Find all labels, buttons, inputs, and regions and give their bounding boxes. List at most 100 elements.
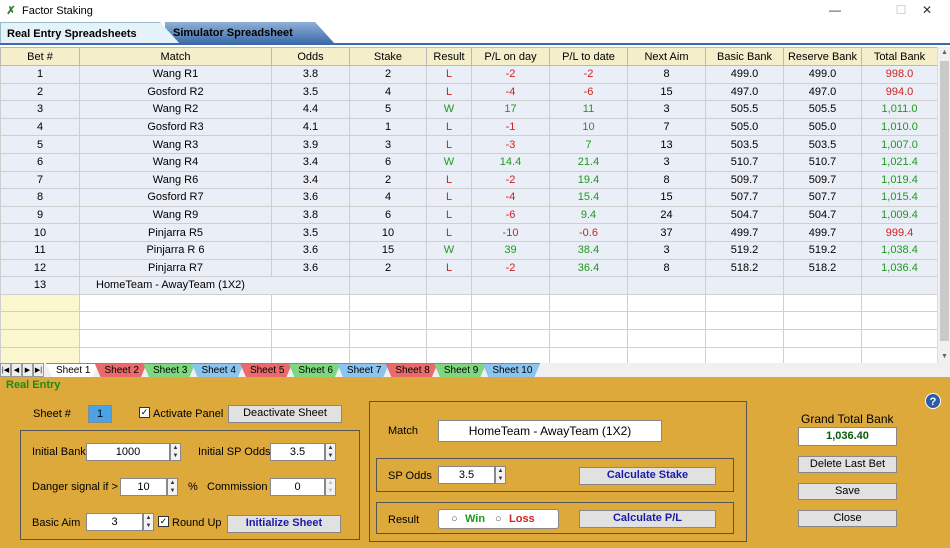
table-cell[interactable]: Pinjarra R7 — [79, 258, 272, 278]
table-cell[interactable]: 15.4 — [549, 188, 628, 207]
table-cell[interactable]: Gosford R7 — [79, 188, 272, 207]
table-cell[interactable] — [0, 311, 80, 330]
table-cell[interactable] — [426, 276, 472, 295]
table-cell[interactable] — [705, 293, 784, 313]
table-cell[interactable]: 8 — [627, 170, 706, 190]
table-cell[interactable]: -2 — [549, 65, 628, 84]
table-cell[interactable] — [426, 311, 472, 330]
table-cell[interactable]: W — [426, 240, 472, 260]
table-cell[interactable]: 8 — [627, 258, 706, 278]
table-cell[interactable]: L — [426, 258, 472, 278]
table-cell[interactable]: 39 — [471, 240, 550, 260]
table-cell[interactable]: 1 — [349, 117, 427, 137]
table-cell[interactable]: 518.2 — [705, 258, 784, 278]
table-cell[interactable]: 1,007.0 — [861, 135, 937, 154]
table-cell[interactable]: 7 — [627, 117, 706, 137]
table-cell[interactable]: 503.5 — [783, 135, 862, 154]
table-cell[interactable]: 15 — [349, 240, 427, 260]
win-radio-icon[interactable]: ○ — [451, 510, 458, 528]
table-cell[interactable]: 12 — [0, 258, 80, 278]
initialize-sheet-button[interactable]: Initialize Sheet — [227, 515, 341, 533]
table-cell[interactable] — [627, 311, 706, 330]
deactivate-sheet-button[interactable]: Deactivate Sheet — [228, 405, 342, 423]
table-cell[interactable]: 1,015.4 — [861, 188, 937, 207]
table-cell[interactable]: 518.2 — [783, 258, 862, 278]
table-cell[interactable] — [627, 346, 706, 363]
table-cell[interactable]: 1,011.0 — [861, 100, 937, 119]
table-cell[interactable]: 1,036.4 — [861, 258, 937, 278]
table-row[interactable]: 1 Wang R1 3.8 2 L -2 -2 8 499.0 499.0 998.0 — [0, 65, 937, 84]
table-cell[interactable] — [705, 276, 784, 295]
table-cell[interactable]: 1 — [0, 65, 80, 84]
table-row[interactable]: 6 Wang R4 3.4 6 W 14.4 21.4 3 510.7 510.7 1,021.4 — [0, 152, 937, 172]
table-cell[interactable]: Gosford R2 — [79, 82, 272, 102]
table-cell[interactable] — [471, 328, 550, 348]
table-cell[interactable]: 3.5 — [271, 223, 350, 242]
table-cell[interactable]: 505.5 — [705, 100, 784, 119]
table-cell[interactable]: 11 — [0, 240, 80, 260]
sheet-tab[interactable]: Sheet 9 — [434, 363, 486, 377]
table-cell[interactable] — [705, 346, 784, 363]
table-row[interactable] — [0, 346, 937, 363]
table-cell[interactable]: -10 — [471, 223, 550, 242]
table-cell[interactable]: 3.8 — [271, 65, 350, 84]
sheet-tab[interactable]: Sheet 2 — [94, 363, 146, 377]
table-cell[interactable]: -6 — [471, 205, 550, 225]
sheet-tab[interactable]: Sheet 8 — [385, 363, 437, 377]
table-cell[interactable] — [471, 346, 550, 363]
table-cell[interactable]: Gosford R3 — [79, 117, 272, 137]
minimize-button[interactable]: — — [812, 0, 858, 22]
table-row[interactable]: 9 Wang R9 3.8 6 L -6 9.4 24 504.7 504.7 1,009.4 — [0, 205, 937, 225]
table-cell[interactable]: 998.0 — [861, 65, 937, 84]
table-cell[interactable]: 6 — [0, 152, 80, 172]
table-cell[interactable]: 497.0 — [705, 82, 784, 102]
help-icon[interactable]: ? — [925, 393, 941, 409]
table-cell[interactable] — [0, 346, 80, 363]
table-cell[interactable]: -0.6 — [549, 223, 628, 242]
sheet-tab[interactable]: Sheet 6 — [288, 363, 340, 377]
table-cell[interactable] — [79, 346, 272, 363]
table-cell[interactable]: -1 — [471, 117, 550, 137]
table-cell[interactable] — [861, 346, 937, 363]
initial-sp-odds-field[interactable]: 3.5 — [270, 443, 325, 461]
table-cell[interactable]: 36.4 — [549, 258, 628, 278]
table-cell[interactable] — [861, 276, 937, 295]
tab-real-entry[interactable]: Real Entry Spreadsheets — [0, 22, 180, 44]
table-cell[interactable]: Wang R3 — [79, 135, 272, 154]
scroll-down-icon[interactable]: ▼ — [938, 351, 950, 363]
table-cell[interactable] — [471, 293, 550, 313]
table-cell[interactable]: 15 — [627, 82, 706, 102]
round-up-checkbox[interactable]: ✓ — [158, 516, 169, 527]
table-cell[interactable]: 6 — [349, 152, 427, 172]
table-cell[interactable]: 2 — [349, 170, 427, 190]
table-cell[interactable]: 3.4 — [271, 152, 350, 172]
table-cell[interactable]: 3.6 — [271, 188, 350, 207]
loss-radio-label[interactable]: Loss — [509, 510, 535, 528]
table-cell[interactable]: 1,019.4 — [861, 170, 937, 190]
table-cell[interactable]: 21.4 — [549, 152, 628, 172]
basic-aim-field[interactable]: 3 — [86, 513, 143, 531]
commission-field[interactable]: 0 — [270, 478, 325, 496]
vertical-scrollbar[interactable]: ▲ ▼ — [937, 47, 950, 363]
table-cell[interactable]: 13 — [627, 135, 706, 154]
table-cell[interactable]: 8 — [627, 65, 706, 84]
table-cell[interactable] — [426, 328, 472, 348]
table-cell[interactable]: 499.0 — [705, 65, 784, 84]
table-cell[interactable]: 504.7 — [783, 205, 862, 225]
table-cell[interactable] — [271, 311, 350, 330]
table-cell[interactable]: 510.7 — [783, 152, 862, 172]
table-cell[interactable]: 3.6 — [271, 240, 350, 260]
table-cell[interactable]: Wang R2 — [79, 100, 272, 119]
table-cell[interactable] — [627, 293, 706, 313]
table-cell[interactable]: 509.7 — [705, 170, 784, 190]
table-cell[interactable]: W — [426, 100, 472, 119]
table-cell[interactable]: 3.8 — [271, 205, 350, 225]
table-cell[interactable]: 10 — [349, 223, 427, 242]
table-cell[interactable] — [627, 328, 706, 348]
table-cell[interactable]: 510.7 — [705, 152, 784, 172]
table-cell[interactable]: L — [426, 205, 472, 225]
table-cell[interactable]: 3.6 — [271, 258, 350, 278]
table-cell[interactable]: 499.7 — [705, 223, 784, 242]
table-cell[interactable]: 4.1 — [271, 117, 350, 137]
table-cell[interactable]: 4 — [349, 82, 427, 102]
